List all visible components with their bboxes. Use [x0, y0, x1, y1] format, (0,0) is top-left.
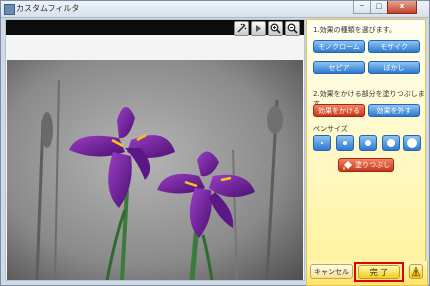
effect-sepia-button[interactable]: セピア: [313, 61, 365, 74]
done-highlight: 完 了: [354, 262, 404, 282]
close-button[interactable]: x: [387, 1, 417, 14]
apply-effect-button[interactable]: 効果をかける: [313, 104, 365, 117]
pen-size-5-button[interactable]: [403, 135, 421, 151]
effect-mosaic-button[interactable]: モザイク: [368, 40, 420, 53]
help-button[interactable]: [409, 264, 423, 279]
image-toolbar: [6, 20, 304, 36]
rotate-icon[interactable]: [251, 21, 266, 36]
effect-blur-button[interactable]: ぼかし: [368, 61, 420, 74]
help-icon: [411, 266, 421, 277]
zoom-in-icon[interactable]: [268, 21, 283, 36]
window-title: カスタムフィルタ: [16, 4, 80, 13]
preview-image[interactable]: [7, 60, 303, 280]
pen-size-3-button[interactable]: [359, 135, 377, 151]
pen-size-4-button[interactable]: [382, 135, 400, 151]
app-icon: [4, 4, 15, 15]
pen-size-label: ペンサイズ: [313, 125, 348, 133]
bottom-bar: キャンセル 完 了: [306, 261, 428, 286]
remove-effect-button[interactable]: 効果を外す: [368, 104, 420, 117]
effect-monochrome-button[interactable]: モノクローム: [313, 40, 365, 53]
paint-all-label: 塗りつぶし: [355, 161, 391, 169]
maximize-button[interactable]: □: [370, 1, 388, 14]
wand-icon[interactable]: [234, 21, 249, 36]
title-bar: カスタムフィルタ ─ □ x: [1, 1, 429, 18]
image-pane: [5, 19, 305, 281]
custom-filter-window: カスタムフィルタ ─ □ x 1.効果の種類を選びます。 モノクローム モザイク…: [0, 0, 430, 286]
minimize-button[interactable]: ─: [353, 1, 371, 14]
paint-all-button[interactable]: 塗りつぶし: [338, 158, 394, 172]
cancel-button[interactable]: キャンセル: [310, 264, 353, 279]
done-button[interactable]: 完 了: [358, 265, 400, 279]
paint-bucket-icon: [343, 161, 352, 170]
filter-panel: 1.効果の種類を選びます。 モノクローム モザイク セピア ぼかし 2.効果をか…: [306, 19, 426, 263]
step1-label: 1.効果の種類を選びます。: [313, 26, 396, 34]
pen-size-1-button[interactable]: [313, 135, 331, 151]
zoom-out-icon[interactable]: [285, 21, 300, 36]
pen-size-2-button[interactable]: [336, 135, 354, 151]
